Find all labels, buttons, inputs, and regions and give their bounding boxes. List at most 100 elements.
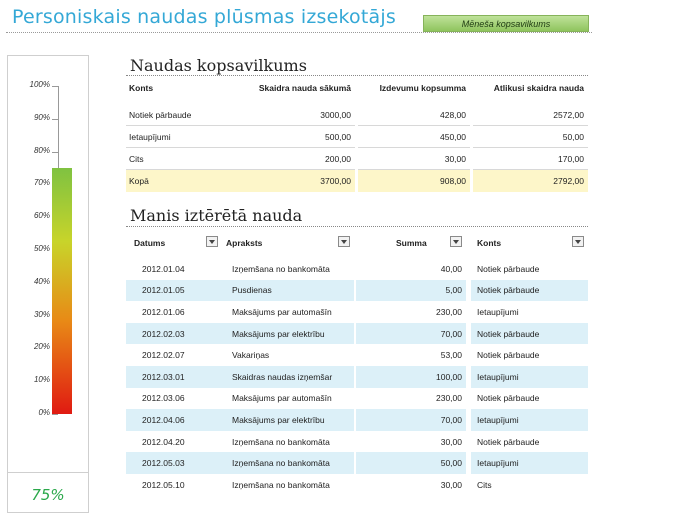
summary-remaining[interactable]: 50,00 [473, 126, 588, 148]
row-amount[interactable]: 70,00 [356, 409, 466, 431]
table-row: 2012.02.03 Maksājums par elektrību 70,00 No… [126, 322, 588, 345]
table-row: 2012.02.07 Vakariņas 53,00 Notiek pārbaude [126, 344, 588, 366]
gauge-tick-label: 100% [29, 80, 50, 89]
header-description-label: Apraksts [226, 238, 263, 248]
summary-remaining[interactable]: 2572,00 [473, 104, 588, 126]
row-amount[interactable]: 230,00 [356, 301, 466, 323]
row-amount[interactable]: 230,00 [356, 388, 466, 410]
row-date[interactable]: 2012.04.20 [126, 431, 222, 453]
summary-table: Konts Skaidra nauda sākumā Izdevumu kops… [126, 78, 588, 192]
row-description[interactable]: Izņemšana no bankomāta [222, 431, 354, 453]
header-amount-label: Summa [396, 238, 427, 248]
row-amount[interactable]: 100,00 [356, 365, 466, 388]
summary-total-remaining: 2792,00 [473, 170, 588, 192]
summary-header-start: Skaidra nauda sākumā [258, 83, 351, 93]
row-date[interactable]: 2012.01.05 [126, 279, 222, 302]
row-description[interactable]: Maksājums par automašīn [222, 301, 354, 323]
summary-start[interactable]: 200,00 [222, 148, 355, 170]
gauge-tick-label: 0% [38, 408, 50, 417]
summary-remaining[interactable]: 170,00 [473, 148, 588, 170]
row-account[interactable]: Cits [471, 474, 588, 496]
row-date[interactable]: 2012.03.06 [126, 388, 222, 410]
spending-table: Datums Apraksts Summa Konts 2012.01.04 Iz… [126, 232, 588, 496]
row-description[interactable]: Maksājums par automašīn [222, 388, 354, 410]
row-description[interactable]: Pusdienas [222, 279, 354, 302]
row-amount[interactable]: 30,00 [356, 431, 466, 453]
filter-dropdown-icon[interactable] [206, 236, 218, 247]
summary-account[interactable]: Notiek pārbaude [126, 104, 222, 126]
gauge-tick-label: 70% [33, 178, 50, 188]
spending-rule [126, 226, 588, 227]
summary-expenses[interactable]: 428,00 [358, 104, 470, 126]
summary-total-label: Kopā [126, 170, 222, 192]
row-account[interactable]: Notiek pārbaude [471, 388, 588, 410]
summary-total-start: 3700,00 [222, 170, 355, 192]
table-row: 2012.01.04 Izņemšana no bankomāta 40,00 Not… [126, 258, 588, 280]
row-description[interactable]: Izņemšana no bankomāta [222, 258, 354, 280]
header-amount: Summa [356, 232, 466, 254]
summary-row: Cits 200,00 30,00 170,00 [126, 148, 588, 170]
summary-expenses[interactable]: 30,00 [358, 148, 470, 170]
filter-dropdown-icon[interactable] [572, 236, 584, 247]
row-date[interactable]: 2012.01.06 [126, 301, 222, 323]
spending-title: Manis iztērētā nauda [130, 206, 303, 225]
spending-header-row: Datums Apraksts Summa Konts [126, 232, 588, 254]
row-amount[interactable]: 40,00 [356, 258, 466, 280]
row-date[interactable]: 2012.01.04 [126, 258, 222, 280]
table-row: 2012.05.03 Izņemšana no bankomāta 50,00 Iet… [126, 452, 588, 474]
summary-account[interactable]: Ietaupījumi [126, 126, 222, 148]
row-account[interactable]: Notiek pārbaude [471, 279, 588, 302]
row-description[interactable]: Maksājums par elektrību [222, 322, 354, 345]
gauge-bar [52, 168, 72, 414]
summary-title: Naudas kopsavilkums [130, 56, 307, 75]
summary-total-row: Kopā 3700,00 908,00 2792,00 [126, 170, 588, 192]
title-divider [6, 32, 592, 33]
row-account[interactable]: Ietaupījumi [471, 365, 588, 388]
gauge-tick-label: 30% [33, 309, 50, 319]
row-account[interactable]: Notiek pārbaude [471, 322, 588, 345]
row-amount[interactable]: 30,00 [356, 474, 466, 496]
row-description[interactable]: Skaidras naudas izņemšar [222, 365, 354, 388]
summary-header-account: Konts [129, 83, 154, 93]
gauge-tick-label: 20% [33, 342, 50, 352]
row-description[interactable]: Izņemšana no bankomāta [222, 452, 354, 474]
row-description[interactable]: Maksājums par elektrību [222, 409, 354, 431]
row-date[interactable]: 2012.02.07 [126, 344, 222, 366]
row-amount[interactable]: 5,00 [356, 279, 466, 302]
summary-row: Ietaupījumi 500,00 450,00 50,00 [126, 126, 588, 148]
row-amount[interactable]: 53,00 [356, 344, 466, 366]
row-account[interactable]: Ietaupījumi [471, 409, 588, 431]
gauge-tick-label: 60% [33, 211, 50, 221]
filter-dropdown-icon[interactable] [338, 236, 350, 247]
row-date[interactable]: 2012.05.10 [126, 474, 222, 496]
gauge-tick-label: 50% [33, 244, 50, 253]
summary-start[interactable]: 3000,00 [222, 104, 355, 126]
summary-account[interactable]: Cits [126, 148, 222, 170]
row-account[interactable]: Ietaupījumi [471, 301, 588, 323]
summary-total-expenses: 908,00 [358, 170, 470, 192]
gauge-value-label: 75% [31, 486, 65, 504]
header-description: Apraksts [222, 232, 354, 254]
row-amount[interactable]: 70,00 [356, 322, 466, 345]
row-account[interactable]: Notiek pārbaude [471, 344, 588, 366]
gauge-tick-label: 40% [33, 276, 50, 286]
row-date[interactable]: 2012.04.06 [126, 409, 222, 431]
summary-start[interactable]: 500,00 [222, 126, 355, 148]
summary-header-remaining: Atlikusi skaidra nauda [493, 83, 584, 93]
row-date[interactable]: 2012.05.03 [126, 452, 222, 474]
month-summary-button[interactable]: Mēneša kopsavilkums [423, 15, 589, 32]
row-account[interactable]: Notiek pārbaude [471, 258, 588, 280]
row-description[interactable]: Vakariņas [222, 344, 354, 366]
summary-expenses[interactable]: 450,00 [358, 126, 470, 148]
table-row: 2012.04.06 Maksājums par elektrību 70,00 Ie… [126, 409, 588, 431]
gauge-tick-label: 10% [33, 375, 50, 385]
row-amount[interactable]: 50,00 [356, 452, 466, 474]
row-description[interactable]: Izņemšana no bankomāta [222, 474, 354, 496]
row-account[interactable]: Notiek pārbaude [471, 431, 588, 453]
row-account[interactable]: Ietaupījumi [471, 452, 588, 474]
row-date[interactable]: 2012.02.03 [126, 322, 222, 345]
filter-dropdown-icon[interactable] [450, 236, 462, 247]
row-date[interactable]: 2012.03.01 [126, 365, 222, 388]
page-title: Personiskais naudas plūsmas izsekotājs [12, 6, 396, 28]
gauge-tick-mark [52, 414, 58, 415]
